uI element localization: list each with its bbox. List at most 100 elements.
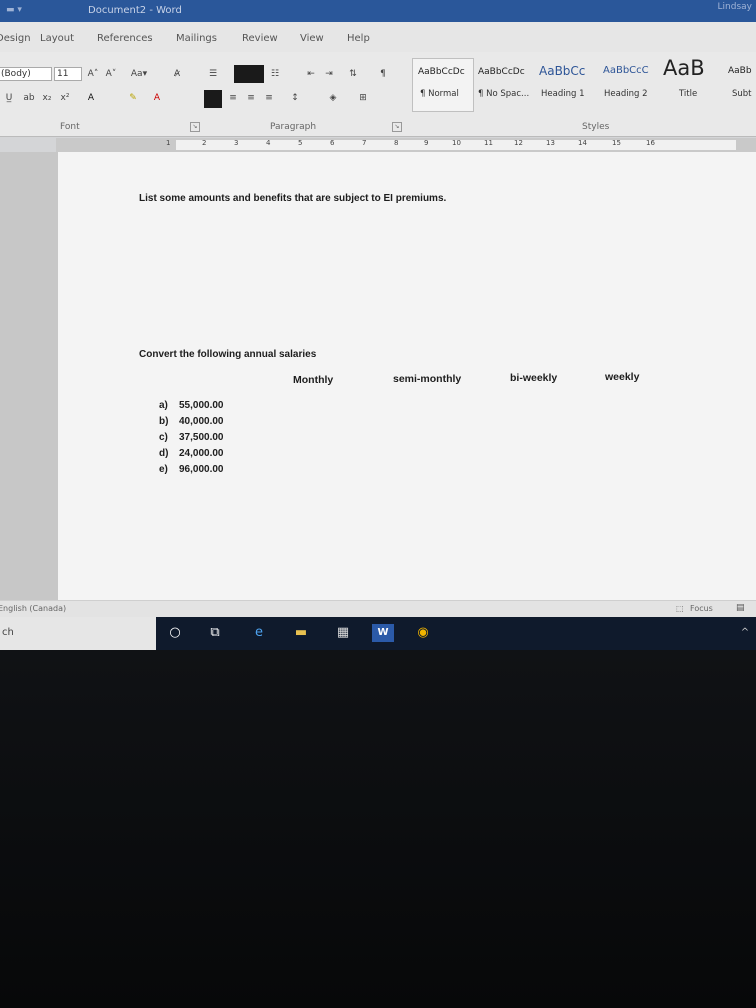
selection-swatch	[234, 65, 264, 83]
decrease-indent-icon[interactable]: ⇤	[304, 68, 318, 80]
ruler-tick: 9	[424, 139, 429, 147]
strikethrough-icon[interactable]: ab	[22, 92, 36, 104]
chevron-up-icon[interactable]: ^	[736, 624, 754, 642]
tab-help[interactable]: Help	[347, 33, 370, 44]
ruler-tick: 8	[394, 139, 399, 147]
justify-icon[interactable]: ≡	[262, 92, 276, 104]
style-nospacing-name[interactable]: ¶ No Spac...	[478, 89, 529, 99]
store-icon[interactable]: ▦	[334, 624, 352, 642]
ruler-tick: 5	[298, 139, 303, 147]
font-name-box[interactable]: (Body)	[0, 67, 52, 81]
ruler-tick: 2	[202, 139, 207, 147]
show-formatting-icon[interactable]: ¶	[376, 68, 390, 80]
document-page[interactable]: List some amounts and benefits that are …	[58, 152, 756, 602]
ruler-tick: 6	[330, 139, 335, 147]
tab-view[interactable]: View	[300, 33, 324, 44]
style-normal-name[interactable]: ¶ Normal	[420, 89, 459, 99]
screen: ▬ ▾ Document2 - Word Lindsay Design Layo…	[0, 0, 756, 650]
bullets-icon[interactable]: ☰	[206, 68, 220, 80]
tab-references[interactable]: References	[97, 33, 153, 44]
tab-mailings[interactable]: Mailings	[176, 33, 217, 44]
style-normal-sample[interactable]: AaBbCcDc	[418, 67, 465, 77]
font-size-box[interactable]: 11	[54, 67, 82, 81]
word-icon[interactable]: W	[372, 624, 394, 642]
item-label: c)	[159, 432, 168, 443]
question-ei-premiums: List some amounts and benefits that are …	[139, 193, 447, 204]
style-subtitle-sample[interactable]: AaBb	[728, 66, 752, 76]
ruler-tick: 11	[484, 139, 493, 147]
underline-icon[interactable]: U̲	[2, 92, 16, 104]
ribbon: (Body) 11 A˄ A˅ Aa▾ A̷ U̲ ab x₂ x² A ✎ A…	[0, 52, 756, 137]
style-heading2-sample[interactable]: AaBbCcC	[603, 65, 649, 76]
ruler-tick: 10	[452, 139, 461, 147]
font-group-label: Font	[60, 122, 80, 132]
multilevel-list-icon[interactable]: ☷	[268, 68, 282, 80]
line-spacing-icon[interactable]: ↕	[288, 92, 302, 104]
borders-icon[interactable]: ⊞	[356, 92, 370, 104]
language-indicator[interactable]: English (Canada)	[0, 604, 66, 613]
status-bar: English (Canada) ⬚ Focus ▤	[0, 600, 756, 618]
superscript-icon[interactable]: x²	[58, 92, 72, 104]
horizontal-ruler[interactable]: 1 2 3 4 5 6 7 8 9 10 11 12 13 14 15 16	[56, 138, 756, 152]
ruler-tick: 13	[546, 139, 555, 147]
subscript-icon[interactable]: x₂	[40, 92, 54, 104]
ruler-tick: 14	[578, 139, 587, 147]
align-left-icon[interactable]	[204, 90, 222, 108]
edge-icon[interactable]: e	[250, 624, 268, 642]
ruler-tick: 15	[612, 139, 621, 147]
quick-access-toolbar[interactable]: ▬ ▾	[6, 5, 22, 15]
column-semi-monthly: semi-monthly	[393, 373, 462, 385]
ruler-tick: 12	[514, 139, 523, 147]
style-subtitle-name[interactable]: Subt	[732, 89, 752, 99]
style-title-name[interactable]: Title	[679, 89, 697, 99]
window-title: Document2 - Word	[88, 5, 182, 16]
align-right-icon[interactable]: ≡	[244, 92, 258, 104]
increase-indent-icon[interactable]: ⇥	[322, 68, 336, 80]
taskbar-search-box[interactable]: ch	[0, 617, 156, 650]
clear-format-icon[interactable]: A̷	[170, 68, 184, 80]
style-title-sample[interactable]: AaB	[663, 56, 705, 80]
font-dialog-launcher[interactable]: ↘	[190, 122, 200, 132]
title-bar: ▬ ▾ Document2 - Word Lindsay	[0, 0, 756, 22]
tab-layout[interactable]: Layout	[40, 33, 74, 44]
print-layout-icon[interactable]: ▤	[736, 603, 745, 613]
focus-button[interactable]: Focus	[690, 604, 713, 613]
style-nospacing-sample[interactable]: AaBbCcDc	[478, 67, 525, 77]
ruler-tick: 3	[234, 139, 239, 147]
chrome-icon[interactable]: ◉	[414, 624, 432, 642]
highlight-icon[interactable]: ✎	[126, 92, 140, 104]
item-amount: 24,000.00	[179, 448, 224, 459]
ribbon-tabs: Design Layout References Mailings Review…	[0, 22, 756, 53]
task-view-icon[interactable]: ⧉	[206, 624, 224, 642]
grow-font-icon[interactable]: A˄	[86, 68, 100, 80]
style-heading2-name[interactable]: Heading 2	[604, 89, 647, 99]
shading-icon[interactable]: ◈	[326, 92, 340, 104]
item-label: b)	[159, 416, 169, 427]
item-amount: 37,500.00	[179, 432, 224, 443]
tab-design[interactable]: Design	[0, 33, 31, 44]
item-amount: 55,000.00	[179, 400, 224, 411]
sort-icon[interactable]: ⇅	[346, 68, 360, 80]
item-amount: 40,000.00	[179, 416, 224, 427]
ruler-tick: 4	[266, 139, 271, 147]
font-color-icon[interactable]: A	[150, 92, 164, 104]
style-heading1-sample[interactable]: AaBbCc	[539, 64, 585, 78]
style-heading1-name[interactable]: Heading 1	[541, 89, 584, 99]
align-center-icon[interactable]: ≡	[226, 92, 240, 104]
paragraph-dialog-launcher[interactable]: ↘	[392, 122, 402, 132]
column-weekly: weekly	[605, 371, 640, 383]
file-explorer-icon[interactable]: ▬	[292, 624, 310, 642]
shrink-font-icon[interactable]: A˅	[104, 68, 118, 80]
change-case-icon[interactable]: Aa▾	[128, 68, 150, 80]
tab-review[interactable]: Review	[242, 33, 278, 44]
item-label: a)	[159, 400, 168, 411]
text-effects-icon[interactable]: A	[84, 92, 98, 104]
cortana-icon[interactable]: ○	[166, 624, 184, 642]
item-label: e)	[159, 464, 168, 475]
user-name[interactable]: Lindsay	[718, 2, 752, 12]
column-bi-weekly: bi-weekly	[510, 372, 558, 384]
taskbar-search-text: ch	[2, 627, 14, 638]
item-label: d)	[159, 448, 169, 459]
ruler-tick: 7	[362, 139, 367, 147]
focus-icon[interactable]: ⬚	[676, 604, 684, 613]
